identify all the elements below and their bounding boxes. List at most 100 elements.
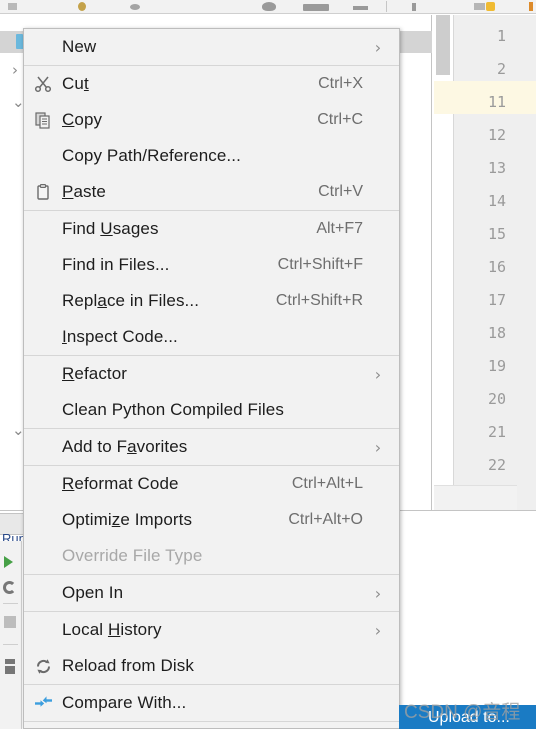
tree-chevron-collapsed[interactable]: ›: [12, 61, 18, 79]
menu-icon-placeholder: [24, 466, 62, 502]
menu-item-label: Copy Path/Reference...: [62, 146, 241, 165]
menu-item-find-in-files[interactable]: Find in Files... Ctrl+Shift+F: [24, 247, 399, 283]
menu-icon-placeholder: [24, 211, 62, 247]
rerun-icon[interactable]: [3, 581, 16, 594]
menu-item-label: Reformat Code: [62, 474, 179, 493]
menu-item-replace-in-files[interactable]: Replace in Files... Ctrl+Shift+R: [24, 283, 399, 319]
line-number: 19: [487, 357, 506, 375]
menu-icon-placeholder: [24, 429, 62, 465]
menu-icon-placeholder: [24, 29, 62, 65]
menu-item-accel: Alt+F7: [316, 220, 363, 237]
stop-icon[interactable]: [4, 616, 16, 628]
editor-area: 1 2 11 12 13 14 15 16 17 18 19 20 21 22: [433, 15, 536, 510]
debug-icon[interactable]: [353, 6, 368, 10]
clipboard-icon: [24, 174, 62, 210]
menu-icon-placeholder: [24, 392, 62, 428]
menu-item-override-file-type: Override File Type: [24, 538, 399, 574]
ide-window: › ⌄ ⌄ GraphEmbedding sources root F:\Bai…: [0, 0, 536, 729]
menu-item-find-usages[interactable]: Find Usages Alt+F7: [24, 211, 399, 247]
run-toolbar-separator: [3, 644, 18, 645]
menu-item-optimize-imports[interactable]: Optimize Imports Ctrl+Alt+O: [24, 502, 399, 538]
menu-item-label: Inspect Code...: [62, 327, 178, 346]
line-number: 18: [487, 324, 506, 342]
error-icon[interactable]: [529, 2, 533, 11]
trash-icon[interactable]: [5, 659, 15, 664]
menu-item-label: Replace in Files...: [62, 291, 200, 310]
menu-item-accel: Ctrl+C: [317, 111, 363, 128]
submenu-item-label: Upload to...: [428, 709, 510, 726]
line-number: 15: [487, 225, 506, 243]
menu-item-inspect-code[interactable]: Inspect Code...: [24, 319, 399, 355]
build-icon[interactable]: [303, 4, 329, 11]
copy-icon: [24, 102, 62, 138]
menu-icon-placeholder: [24, 356, 62, 392]
main-toolbar: [0, 0, 536, 14]
menu-item-accel: Ctrl+Shift+F: [277, 256, 363, 273]
chevron-right-icon: ›: [374, 620, 382, 640]
menu-icon-placeholder: [24, 319, 62, 355]
compare-icon: [24, 685, 62, 721]
menu-item-accel: Ctrl+Shift+R: [275, 292, 363, 309]
sync-icon[interactable]: [78, 2, 86, 11]
menu-item-accel: Ctrl+V: [318, 183, 363, 200]
menu-item-label: Local History: [62, 620, 162, 639]
open-icon[interactable]: [8, 3, 17, 10]
warning-icon[interactable]: [486, 2, 495, 11]
search-icon[interactable]: [412, 3, 416, 11]
line-number: 16: [487, 258, 506, 276]
undo-icon[interactable]: [130, 4, 140, 10]
chevron-right-icon: ›: [374, 583, 382, 603]
menu-item-accel: Ctrl+X: [318, 75, 363, 92]
menu-item-copy-path-reference[interactable]: Copy Path/Reference...: [24, 138, 399, 174]
menu-icon-placeholder: [24, 722, 62, 728]
menu-item-reload-from-disk[interactable]: Reload from Disk: [24, 648, 399, 684]
menu-item-copy[interactable]: Copy Ctrl+C: [24, 102, 399, 138]
current-line-highlight: [434, 81, 536, 114]
line-number: 20: [487, 390, 506, 408]
menu-item-label: Cut: [62, 74, 89, 93]
project-icon[interactable]: [474, 3, 485, 10]
chevron-right-icon: ›: [374, 437, 382, 457]
submenu-item-upload-to[interactable]: Upload to...: [400, 706, 535, 728]
menu-item-label: Find Usages: [62, 219, 159, 238]
menu-item-accel: Ctrl+Alt+O: [288, 511, 363, 528]
menu-item-label: Paste: [62, 182, 106, 201]
menu-item-compare-with[interactable]: Compare With...: [24, 685, 399, 721]
menu-item-reformat-code[interactable]: Reformat Code Ctrl+Alt+L: [24, 466, 399, 502]
menu-item-refactor[interactable]: Refactor ›: [24, 356, 399, 392]
line-number: 14: [487, 192, 506, 210]
run-config-icon[interactable]: [262, 2, 276, 11]
deployment-submenu: Upload to...: [399, 705, 536, 729]
menu-icon-placeholder: [24, 538, 62, 574]
menu-item-label: Compare With...: [62, 693, 187, 712]
line-number: 2: [496, 60, 506, 78]
line-number: 21: [487, 423, 506, 441]
menu-item-local-history[interactable]: Local History ›: [24, 612, 399, 648]
menu-item-label: Clean Python Compiled Files: [62, 400, 284, 419]
menu-item-label: New: [62, 37, 97, 56]
context-menu: New › Cut Ctrl+X Copy Ctrl+C Copy Path/R…: [23, 28, 400, 729]
menu-item-open-in[interactable]: Open In ›: [24, 575, 399, 611]
reload-icon: [24, 648, 62, 684]
run-toolbar: [0, 541, 22, 729]
menu-icon-placeholder: [24, 612, 62, 648]
editor-gutter: 1 2 11 12 13 14 15 16 17 18 19 20 21 22: [434, 15, 536, 510]
menu-item-cut[interactable]: Cut Ctrl+X: [24, 66, 399, 102]
run-toolbar-separator: [3, 603, 18, 604]
menu-item-paste[interactable]: Paste Ctrl+V: [24, 174, 399, 210]
line-number: 22: [487, 456, 506, 474]
menu-item-label: Find in Files...: [62, 255, 170, 274]
menu-item-label: Copy: [62, 110, 103, 129]
editor-scrollbar-thumb[interactable]: [436, 15, 450, 75]
menu-item-add-to-favorites[interactable]: Add to Favorites ›: [24, 429, 399, 465]
menu-item-clean-python-compiled-files[interactable]: Clean Python Compiled Files: [24, 392, 399, 428]
menu-item-label: Optimize Imports: [62, 510, 193, 529]
menu-item-new[interactable]: New ›: [24, 29, 399, 65]
line-number: 12: [487, 126, 506, 144]
menu-item-mark-directory-as[interactable]: Mark Directory as ›: [24, 722, 399, 728]
menu-icon-placeholder: [24, 575, 62, 611]
trash-icon-body[interactable]: [5, 666, 15, 674]
line-number: 1: [496, 27, 506, 45]
run-icon[interactable]: [4, 556, 13, 568]
menu-item-label: Refactor: [62, 364, 128, 383]
